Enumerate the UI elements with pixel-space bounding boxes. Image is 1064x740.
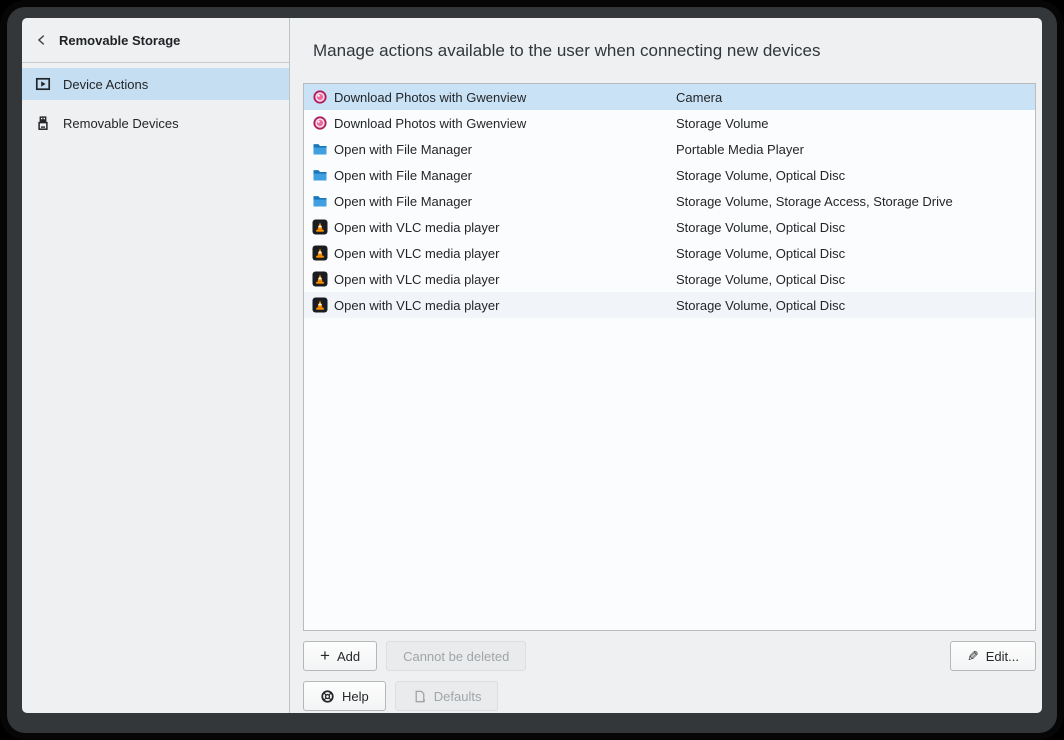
action-name: Open with File Manager [334, 142, 676, 157]
plus-icon: + [320, 647, 330, 664]
main-header: Manage actions available to the user whe… [303, 18, 1036, 83]
folder-icon [312, 167, 328, 183]
action-list-row[interactable]: Open with File Manager Storage Volume, S… [304, 188, 1035, 214]
gwenview-icon [312, 89, 328, 105]
action-name: Open with VLC media player [334, 220, 676, 235]
vlc-icon [312, 219, 328, 235]
action-list-row[interactable]: Open with VLC media player Storage Volum… [304, 240, 1035, 266]
help-button[interactable]: Help [303, 681, 386, 711]
device-types: Storage Volume [676, 116, 1035, 131]
gwenview-icon [312, 115, 328, 131]
folder-icon [312, 141, 328, 157]
edit-button-label: Edit... [986, 649, 1019, 664]
vlc-icon [312, 245, 328, 261]
help-button-label: Help [342, 689, 369, 704]
sidebar-header: Removable Storage [22, 18, 289, 63]
main-panel: Manage actions available to the user whe… [290, 18, 1042, 713]
device-types: Storage Volume, Optical Disc [676, 246, 1035, 261]
action-list-row[interactable]: Open with File Manager Portable Media Pl… [304, 136, 1035, 162]
action-name: Open with VLC media player [334, 246, 676, 261]
system-settings-window: Removable Storage Device Actions [22, 18, 1042, 713]
device-types: Storage Volume, Optical Disc [676, 220, 1035, 235]
back-icon[interactable] [34, 32, 50, 48]
device-actions-list[interactable]: Download Photos with Gwenview Camera Dow… [303, 83, 1036, 631]
vlc-icon [312, 271, 328, 287]
device-types: Storage Volume, Storage Access, Storage … [676, 194, 1035, 209]
edit-button[interactable]: ✎ Edit... [950, 641, 1036, 671]
device-types: Storage Volume, Optical Disc [676, 272, 1035, 287]
defaults-button-label: Defaults [434, 689, 482, 704]
button-row-primary: + Add Cannot be deleted ✎ Edit... [303, 641, 1036, 671]
action-list-row[interactable]: Open with File Manager Storage Volume, O… [304, 162, 1035, 188]
action-name: Open with VLC media player [334, 298, 676, 313]
sidebar: Removable Storage Device Actions [22, 18, 290, 713]
sidebar-item-label: Removable Devices [63, 116, 179, 131]
delete-button: Cannot be deleted [386, 641, 526, 671]
sidebar-item-removable-devices[interactable]: Removable Devices [22, 107, 289, 139]
add-button-label: Add [337, 649, 360, 664]
defaults-button: Defaults [395, 681, 499, 711]
pencil-icon: ✎ [967, 649, 979, 663]
defaults-icon [412, 689, 427, 704]
usb-drive-icon [35, 115, 51, 131]
device-types: Storage Volume, Optical Disc [676, 298, 1035, 313]
action-list-row[interactable]: Download Photos with Gwenview Storage Vo… [304, 110, 1035, 136]
sidebar-item-label: Device Actions [63, 77, 148, 92]
action-name: Download Photos with Gwenview [334, 116, 676, 131]
action-name: Open with File Manager [334, 194, 676, 209]
vlc-icon [312, 297, 328, 313]
spacer [535, 641, 941, 671]
action-name: Open with File Manager [334, 168, 676, 183]
action-name: Download Photos with Gwenview [334, 90, 676, 105]
action-name: Open with VLC media player [334, 272, 676, 287]
device-actions-icon [35, 76, 51, 92]
device-types: Portable Media Player [676, 142, 1035, 157]
help-icon [320, 689, 335, 704]
action-list-row[interactable]: Open with VLC media player Storage Volum… [304, 214, 1035, 240]
folder-icon [312, 193, 328, 209]
sidebar-item-device-actions[interactable]: Device Actions [22, 68, 289, 100]
action-list-row[interactable]: Download Photos with Gwenview Camera [304, 84, 1035, 110]
add-button[interactable]: + Add [303, 641, 377, 671]
page-title: Manage actions available to the user whe… [313, 41, 821, 61]
sidebar-items: Device Actions Removable Devices [22, 63, 289, 146]
device-types: Storage Volume, Optical Disc [676, 168, 1035, 183]
delete-button-label: Cannot be deleted [403, 649, 509, 664]
action-list-row[interactable]: Open with VLC media player Storage Volum… [304, 292, 1035, 318]
sidebar-title: Removable Storage [59, 33, 180, 48]
button-row-secondary: Help Defaults [303, 681, 1036, 711]
action-list-row[interactable]: Open with VLC media player Storage Volum… [304, 266, 1035, 292]
device-types: Camera [676, 90, 1035, 105]
